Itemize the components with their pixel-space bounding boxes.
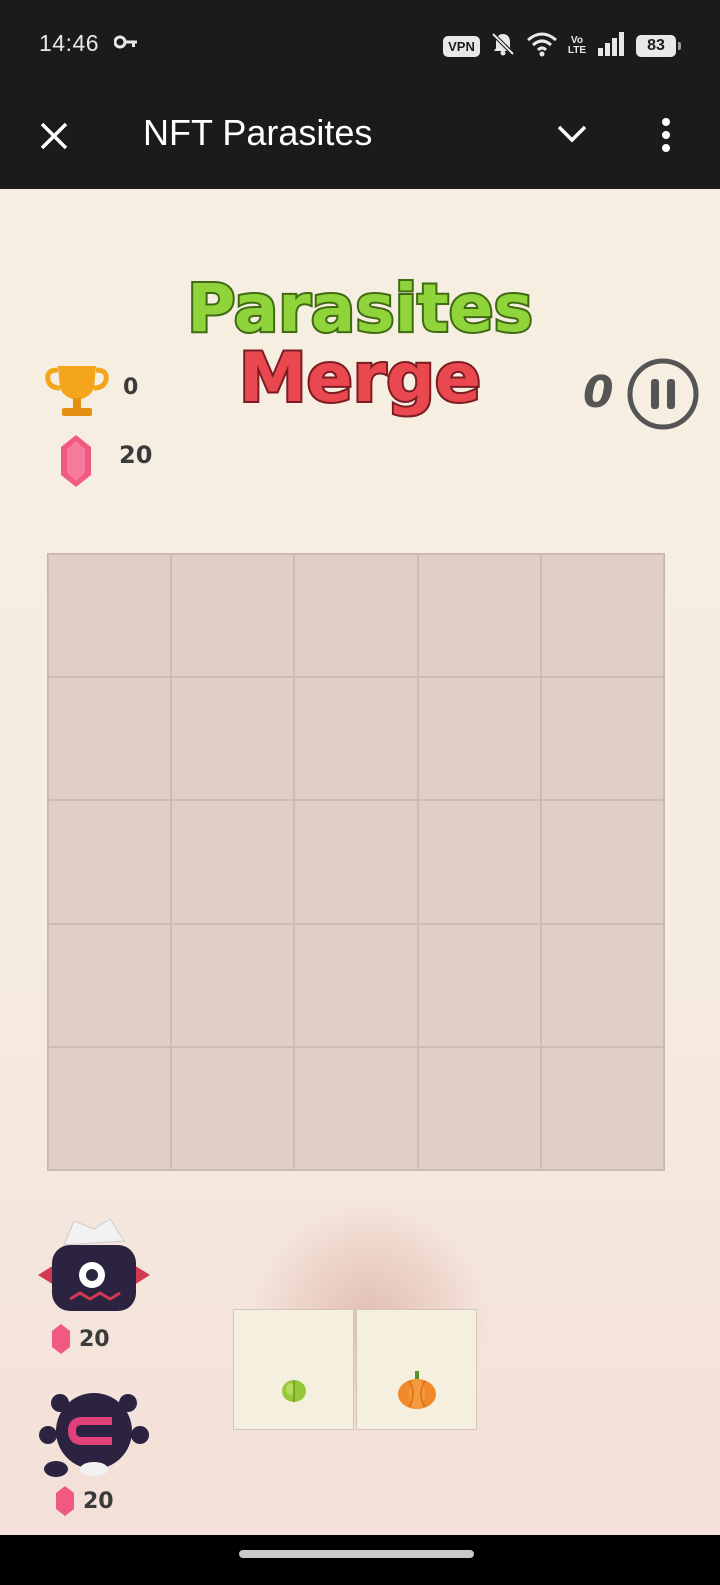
app-title: NFT Parasites (143, 112, 373, 153)
grid-cell[interactable] (48, 923, 172, 1047)
grid-cell[interactable] (294, 554, 418, 678)
pause-button[interactable] (626, 357, 700, 435)
gem-count: 20 (119, 441, 153, 469)
grid-cell[interactable] (540, 677, 664, 801)
green-seed-icon (281, 1379, 306, 1402)
chevron-down-icon[interactable] (556, 122, 588, 150)
volte-indicator: Vo LTE (568, 36, 586, 56)
logo-line2: Merge (239, 339, 481, 418)
grid-cell[interactable] (417, 677, 541, 801)
app-bar: NFT Parasites (0, 92, 720, 189)
grid-cell[interactable] (540, 554, 664, 678)
grid-cell[interactable] (417, 554, 541, 678)
grid-cell[interactable] (48, 800, 172, 924)
grid-cell[interactable] (48, 677, 172, 801)
game-area: Parasites Merge 0 20 0 20 20 (0, 189, 720, 1535)
status-bar: 14:46 VPN Vo LTE 83 (0, 0, 720, 92)
gem-icon (56, 1486, 74, 1516)
creature-cost-value-1: 20 (79, 1326, 110, 1352)
grid-cell[interactable] (171, 1046, 295, 1170)
grid-cell[interactable] (171, 800, 295, 924)
battery-indicator: 83 (636, 35, 681, 57)
grid-cell[interactable] (171, 554, 295, 678)
creature-cost-value-2: 20 (83, 1488, 114, 1514)
trophy-icon (44, 364, 110, 422)
queue-slot-2[interactable] (356, 1309, 477, 1430)
grid-cell[interactable] (540, 923, 664, 1047)
gem-icon (59, 433, 93, 493)
gesture-handle[interactable] (239, 1550, 474, 1558)
vpn-badge: VPN (443, 35, 480, 57)
more-vert-icon[interactable] (660, 116, 672, 160)
grid-cell[interactable] (540, 1046, 664, 1170)
grid-cell[interactable] (294, 800, 418, 924)
grid-cell[interactable] (171, 923, 295, 1047)
creature-cost-1: 20 (51, 1323, 110, 1355)
grid-cell[interactable] (417, 923, 541, 1047)
volte-bottom: LTE (567, 45, 586, 56)
key-icon (113, 34, 138, 54)
status-icons: VPN Vo LTE 83 (443, 28, 681, 64)
status-time: 14:46 (39, 30, 100, 56)
grid-cell[interactable] (171, 677, 295, 801)
creature-cost-2: 20 (55, 1485, 114, 1517)
queue-slot-1[interactable] (233, 1309, 354, 1430)
wifi-icon (526, 31, 558, 61)
grid-cell[interactable] (417, 1046, 541, 1170)
grid-cell[interactable] (540, 800, 664, 924)
gem-icon (52, 1324, 70, 1354)
trophy-count: 0 (123, 375, 139, 400)
score: 0 (583, 367, 614, 418)
orange-pumpkin-icon (397, 1370, 436, 1409)
logo-line1: Parasites (187, 270, 533, 347)
merge-grid (47, 553, 665, 1171)
creature-magnet[interactable] (34, 1385, 154, 1481)
creature-white-haired[interactable] (34, 1215, 154, 1315)
navigation-bar (0, 1535, 720, 1585)
item-queue (233, 1309, 477, 1430)
grid-cell[interactable] (294, 1046, 418, 1170)
grid-cell[interactable] (294, 923, 418, 1047)
close-icon[interactable] (36, 118, 72, 154)
signal-icon (596, 31, 626, 61)
grid-cell[interactable] (294, 677, 418, 801)
bell-muted-icon (490, 31, 516, 61)
grid-cell[interactable] (48, 554, 172, 678)
game-logo: Parasites Merge (185, 268, 535, 419)
grid-cell[interactable] (417, 800, 541, 924)
grid-cell[interactable] (48, 1046, 172, 1170)
